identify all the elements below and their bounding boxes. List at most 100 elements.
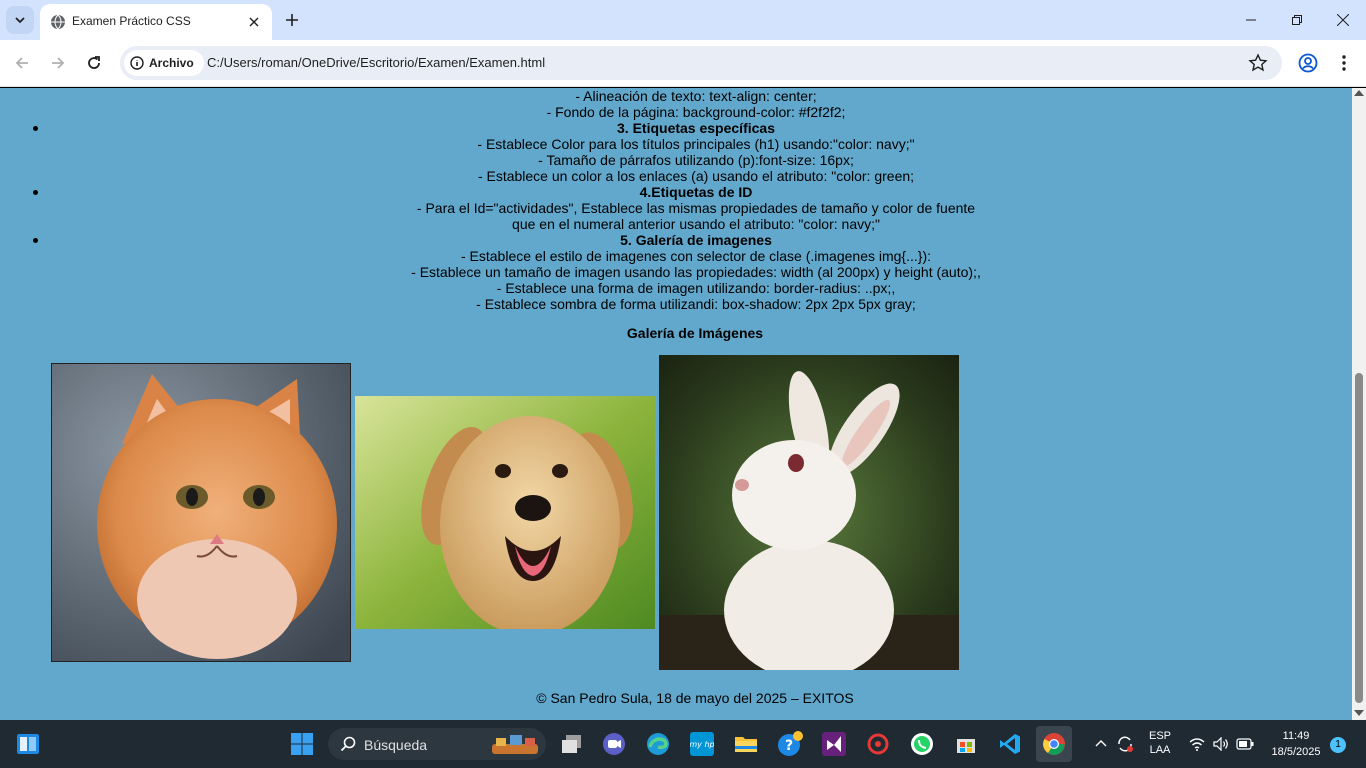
- search-label: Búsqueda: [364, 737, 428, 753]
- folder-icon: [735, 737, 757, 752]
- list-line: - Fondo de la página: background-color: …: [546, 104, 846, 120]
- volume-button[interactable]: [1210, 728, 1232, 760]
- show-hidden-icons-button[interactable]: [1090, 728, 1112, 760]
- forward-button[interactable]: [46, 51, 70, 75]
- close-window-button[interactable]: [1320, 0, 1366, 40]
- myhp-app[interactable]: my hp: [686, 728, 718, 760]
- list-line: - Establece Color para los títulos princ…: [477, 136, 915, 152]
- menu-button[interactable]: [1332, 51, 1356, 75]
- sync-button[interactable]: [1114, 728, 1136, 760]
- star-icon[interactable]: [1248, 53, 1268, 73]
- close-icon: [1337, 14, 1349, 26]
- reload-button[interactable]: [82, 51, 106, 75]
- taskbar-search[interactable]: Búsqueda: [328, 728, 546, 760]
- list-item: 3. Etiquetas específicas - Establece Col…: [0, 120, 1352, 184]
- reload-icon: [88, 56, 100, 69]
- new-tab-button[interactable]: [282, 10, 302, 30]
- profile-button[interactable]: [1296, 51, 1320, 75]
- davinci-app[interactable]: [862, 728, 894, 760]
- url-text[interactable]: C:/Users/roman/OneDrive/Escritorio/Exame…: [207, 55, 545, 70]
- hp-icon: my hp: [690, 732, 714, 756]
- page-viewport: - Alineación de texto: text-align: cente…: [0, 88, 1352, 720]
- bullet-icon: [33, 190, 38, 195]
- minimize-button[interactable]: [1228, 0, 1274, 40]
- whatsapp-app[interactable]: [906, 728, 938, 760]
- browser-toolbar: Archivo C:/Users/roman/OneDrive/Escritor…: [0, 40, 1366, 87]
- language-code: ESP: [1148, 730, 1171, 742]
- store-app[interactable]: [950, 728, 982, 760]
- language-indicator[interactable]: ESP LAA: [1146, 730, 1174, 756]
- start-button[interactable]: [286, 728, 318, 760]
- bullet-icon: [33, 126, 38, 131]
- chrome-app[interactable]: [1036, 726, 1072, 762]
- whatsapp-icon: [911, 733, 933, 755]
- task-view-button[interactable]: [556, 728, 588, 760]
- list-line: - Tamaño de párrafos utilizando (p):font…: [538, 152, 854, 168]
- chevron-up-icon: [1095, 740, 1107, 747]
- more-vert-icon: [1342, 55, 1346, 71]
- search-highlight-icon: [492, 735, 538, 754]
- meet-app[interactable]: [598, 728, 630, 760]
- chrome-icon: [1043, 733, 1065, 755]
- svg-text:my hp: my hp: [690, 740, 714, 749]
- list-item: 5. Galería de imagenes - Establece el es…: [0, 232, 1352, 312]
- list-line: - Establece un tamaño de imagen usando l…: [411, 264, 981, 280]
- arrow-left-icon: [15, 57, 28, 69]
- page-scrollbar[interactable]: [1352, 88, 1366, 720]
- list-line: que en el numeral anterior usando el atr…: [512, 216, 880, 232]
- list-heading: 3. Etiquetas específicas: [617, 120, 775, 136]
- close-icon: [249, 17, 259, 27]
- plus-icon: [286, 14, 298, 26]
- browser-titlebar: Examen Práctico CSS: [0, 0, 1366, 40]
- volume-icon: [1213, 737, 1228, 751]
- restore-button[interactable]: [1274, 0, 1320, 40]
- page-footer: © San Pedro Sula, 18 de mayo del 2025 – …: [536, 690, 854, 706]
- list-item: 4.Etiquetas de ID - Para el Id="activida…: [0, 184, 1352, 232]
- cat-image: [51, 363, 351, 662]
- scroll-down-icon[interactable]: [1354, 710, 1364, 716]
- vscode-app[interactable]: [994, 728, 1026, 760]
- minimize-icon: [1246, 19, 1256, 21]
- address-bar[interactable]: Archivo C:/Users/roman/OneDrive/Escritor…: [120, 46, 1282, 80]
- tab-close-button[interactable]: [244, 12, 264, 32]
- gear-red-icon: [867, 733, 889, 755]
- edge-icon: [647, 733, 669, 755]
- scrollbar-thumb[interactable]: [1355, 373, 1363, 703]
- list-heading: 4.Etiquetas de ID: [639, 184, 753, 200]
- instructions-list: - Alineación de texto: text-align: cente…: [0, 88, 1352, 312]
- vscode-icon: [1000, 734, 1020, 754]
- clock-date: 18/5/2025: [1271, 746, 1321, 758]
- list-line: - Para el Id="actividades", Establece la…: [416, 200, 976, 216]
- browser-tab[interactable]: Examen Práctico CSS: [40, 4, 272, 40]
- list-item: - Alineación de texto: text-align: cente…: [0, 88, 1352, 120]
- scroll-up-icon[interactable]: [1354, 90, 1364, 96]
- site-info-chip[interactable]: Archivo: [124, 50, 204, 76]
- clock-time: 11:49: [1282, 730, 1310, 742]
- visual-studio-app[interactable]: [818, 728, 850, 760]
- svg-text:?: ?: [785, 738, 793, 754]
- wifi-button[interactable]: [1186, 728, 1208, 760]
- wifi-icon: [1189, 738, 1205, 751]
- windows-taskbar: Búsqueda my hp ? ESP LAA 11:49 18/5/2025…: [0, 720, 1366, 768]
- file-explorer-app[interactable]: [730, 728, 762, 760]
- notification-badge[interactable]: 1: [1330, 737, 1346, 753]
- help-icon: ?: [778, 731, 803, 756]
- list-line: - Establece el estilo de imagenes con se…: [460, 248, 932, 264]
- tab-search-button[interactable]: [6, 6, 34, 34]
- list-line: - Alineación de texto: text-align: cente…: [575, 88, 817, 104]
- battery-button[interactable]: [1234, 728, 1256, 760]
- edge-app[interactable]: [642, 728, 674, 760]
- list-line: - Establece sombra de forma utilizandi: …: [476, 296, 916, 312]
- account-icon: [1298, 53, 1318, 73]
- widgets-button[interactable]: [12, 728, 44, 760]
- clock[interactable]: 11:49 18/5/2025: [1262, 730, 1330, 758]
- battery-icon: [1236, 738, 1254, 750]
- help-app[interactable]: ?: [774, 728, 806, 760]
- list-line: - Establece una forma de imagen utilizan…: [496, 280, 896, 296]
- tab-title: Examen Práctico CSS: [72, 14, 191, 28]
- widgets-icon: [17, 734, 39, 754]
- keyboard-layout: LAA: [1149, 744, 1171, 756]
- back-button[interactable]: [10, 51, 34, 75]
- search-icon: [340, 736, 356, 752]
- store-icon: [957, 739, 975, 753]
